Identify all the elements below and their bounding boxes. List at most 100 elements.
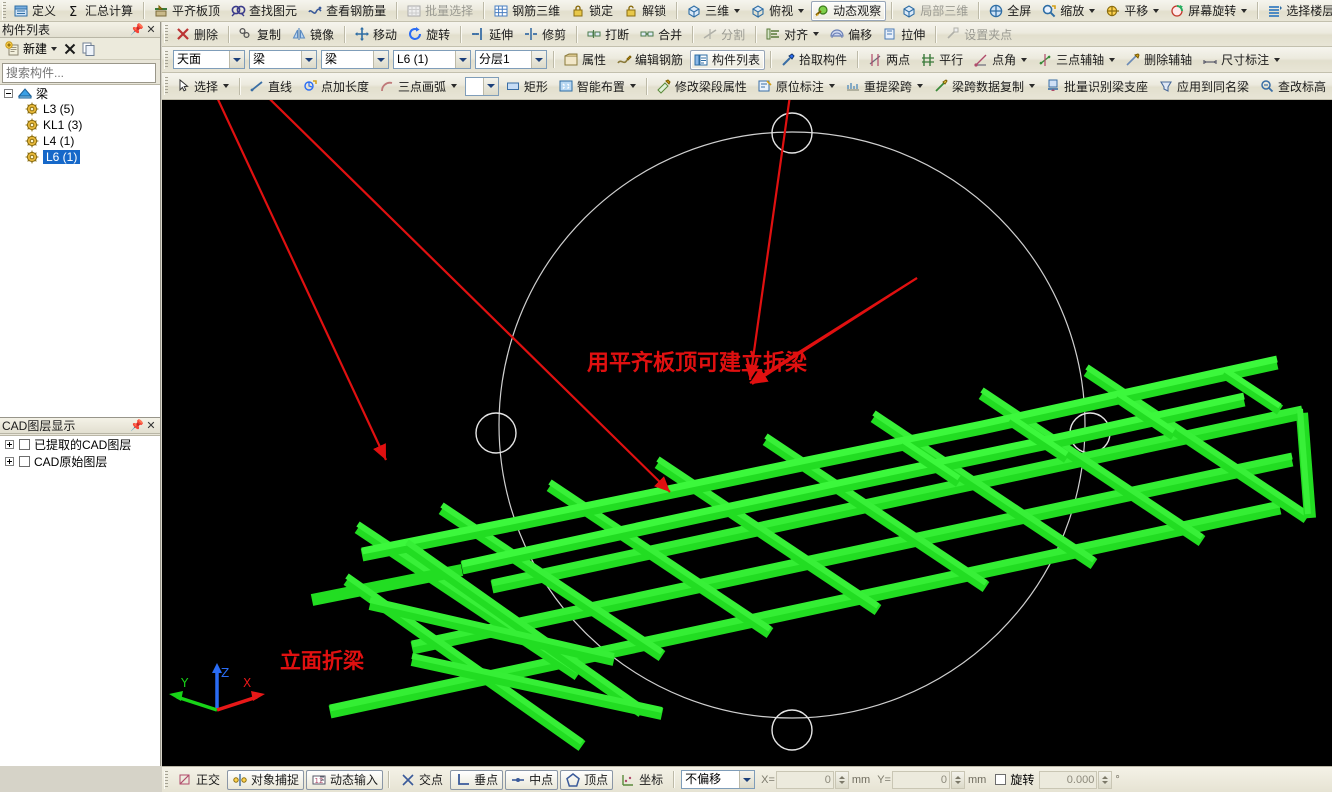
sigma-button[interactable]: Σ 汇总计算 [63,1,138,21]
merge-button[interactable]: 合并 [636,24,687,44]
top-view-button[interactable]: 俯视 [747,1,809,21]
parallel-axis-button[interactable]: 平行 [917,50,968,70]
align-slab-top-button[interactable]: 平齐板顶 [150,1,225,21]
tree-item[interactable]: L6 (1) [0,149,160,165]
chevron-down-icon[interactable] [1109,57,1116,62]
expander-icon[interactable] [4,88,13,98]
chevron-down-icon[interactable] [482,77,498,95]
status-toggle-dynamic-input[interactable]: 12 动态输入 [306,769,384,790]
unlock-button[interactable]: 解锁 [620,1,671,21]
rotate-checkbox[interactable] [995,774,1007,785]
three-point-arc-button[interactable]: 三点画弧 [376,76,462,96]
coordinate-x-stepper[interactable] [834,770,849,789]
break-button[interactable]: 打断 [583,24,634,44]
split-button[interactable]: 分割 [699,24,750,44]
chevron-down-icon[interactable] [798,8,805,13]
copy-component-button[interactable] [81,41,97,57]
chevron-down-icon[interactable] [451,84,458,88]
cad-layer-checkbox[interactable] [19,439,30,450]
chevron-down-icon[interactable] [373,51,388,68]
pin-icon[interactable]: 📌 [130,23,144,36]
chevron-down-icon[interactable] [1153,8,1160,13]
rotate-button[interactable]: 旋转 [404,24,455,44]
layer-select[interactable]: 分层1 [475,50,547,69]
chevron-down-icon[interactable] [1028,84,1035,88]
chevron-down-icon[interactable] [531,51,546,68]
delete-axis-button[interactable]: 删除辅轴 [1122,50,1197,70]
snap-toggle-perpendicular[interactable]: 垂点 [450,769,504,790]
chevron-down-icon[interactable] [455,51,470,68]
search-input[interactable] [3,64,164,82]
type-select[interactable]: 梁 [321,50,389,69]
tree-item[interactable]: L4 (1) [0,133,160,149]
three-point-axis-button[interactable]: 三点辅轴 [1034,50,1120,70]
zoom-button[interactable]: 缩放 [1038,1,1100,21]
search-component-box[interactable] [2,63,184,83]
orbit-handle-bottom[interactable] [771,709,813,751]
coordinate-y-stepper[interactable] [950,770,965,789]
model-viewport-3d[interactable]: Z Y X 用平齐板顶可建立折梁 立面折梁 [162,100,1332,766]
tree-item[interactable]: KL1 (3) [0,117,160,133]
close-icon[interactable]: ✕ [144,23,158,36]
status-toggle-object-snap[interactable]: 对象捕捉 [227,769,305,790]
rebar-3d-button[interactable]: 钢筋三维 [490,1,565,21]
set-grip-button[interactable]: 设置夹点 [942,24,1017,44]
delete-button[interactable]: 删除 [172,24,223,44]
apply-same-name-button[interactable]: 应用到同名梁 [1155,76,1254,96]
new-component-button[interactable]: 新建 [3,40,59,58]
expander-icon[interactable] [5,440,14,449]
re-extract-span-button[interactable]: 重提梁跨 [842,76,928,96]
select-arrow-button[interactable]: 选择 [172,76,234,96]
pin-icon[interactable]: 📌 [130,419,144,432]
category-select[interactable]: 梁 [249,50,317,69]
chevron-down-icon[interactable] [629,84,636,88]
dimension-button[interactable]: 尺寸标注 [1199,50,1285,70]
component-select[interactable]: L6 (1) [393,50,471,69]
batch-select-button[interactable]: 批量选择 [403,1,478,21]
snap-toggle-midpoint[interactable]: 中点 [505,769,559,790]
fullscreen-button[interactable]: 全屏 [985,1,1036,21]
chevron-down-icon[interactable] [229,51,244,68]
status-toggle-ortho[interactable]: 正交 [172,770,225,790]
point-length-button[interactable]: 点加长度 [299,76,374,96]
snap-toggle-intersection[interactable]: 交点 [395,770,448,790]
align-button[interactable]: 对齐 [762,24,824,44]
smart-layout-button[interactable]: 智能布置 [555,76,641,96]
coordinate-y-input[interactable]: 0 [891,770,950,789]
chevron-down-icon[interactable] [916,84,923,88]
snap-toggle-vertex[interactable]: 顶点 [560,769,614,790]
expander-icon[interactable] [5,457,14,466]
chevron-down-icon[interactable] [1274,57,1281,62]
batch-identify-support-button[interactable]: 批量识别梁支座 [1042,76,1153,96]
cad-layer-row[interactable]: 已提取的CAD图层 [0,436,160,453]
chevron-down-icon[interactable] [739,771,755,788]
tree-root-beam[interactable]: 梁 [0,85,160,101]
lock-button[interactable]: 锁定 [567,1,618,21]
view-rebar-button[interactable]: 查看钢筋量 [304,1,391,21]
trim-button[interactable]: 修剪 [520,24,571,44]
toolbar-gripper[interactable] [164,77,168,95]
coordinate-x-input[interactable]: 0 [775,770,834,789]
rotate-input[interactable]: 0.000 [1039,770,1098,789]
properties-button[interactable]: 属性 [560,50,611,70]
component-list-button[interactable]: 构件列表 [690,49,766,70]
chevron-down-icon[interactable] [1241,8,1248,13]
chevron-down-icon[interactable] [1021,57,1028,62]
orbit-handle-top[interactable] [771,112,813,154]
draw-style-select[interactable] [465,76,499,96]
cad-layer-list[interactable]: 已提取的CAD图层 CAD原始图层 [0,435,160,766]
local-3d-button[interactable]: 局部三维 [898,1,973,21]
delete-component-button[interactable] [62,41,78,57]
floor-select[interactable]: 天面 [173,50,245,69]
toolbar-gripper[interactable] [164,50,168,69]
tree-item[interactable]: L3 (5) [0,101,160,117]
check-elevation-button[interactable]: 查改标高 [1256,76,1331,96]
toolbar-gripper[interactable] [164,770,168,789]
copy-span-data-button[interactable]: 梁跨数据复制 [930,76,1040,96]
pan-button[interactable]: 平移 [1102,1,1164,21]
stretch-button[interactable]: 拉伸 [879,24,930,44]
edit-beam-segment-button[interactable]: 修改梁段属性 [653,76,752,96]
chevron-down-icon[interactable] [301,51,316,68]
point-angle-button[interactable]: 点角 [970,50,1032,70]
screen-rotate-button[interactable]: 屏幕旋转 [1166,1,1252,21]
